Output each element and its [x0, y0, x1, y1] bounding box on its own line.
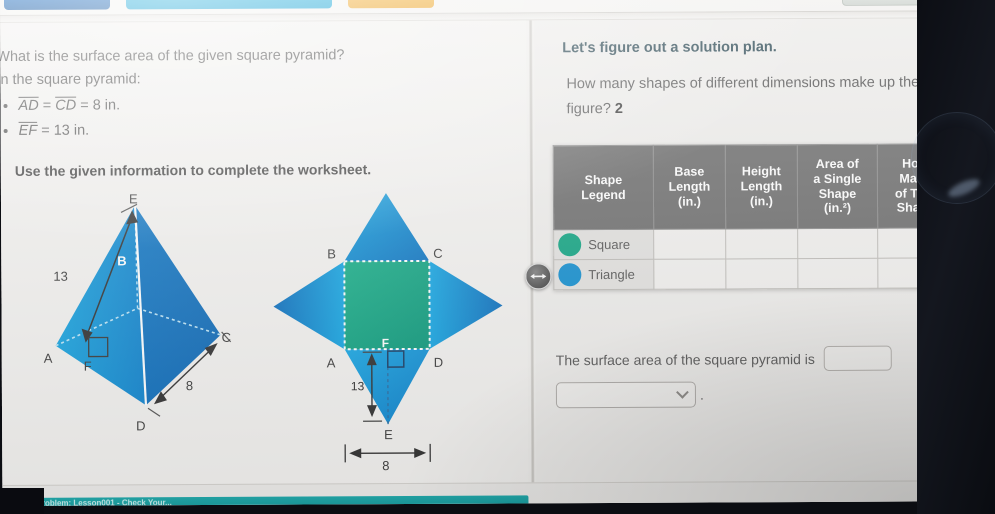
- cell-square-height[interactable]: [725, 228, 798, 259]
- worksheet-table-body: Square Triangle: [553, 227, 954, 290]
- problem-pane: What is the surface area of the given sq…: [0, 20, 529, 485]
- segment-ef: EF: [18, 123, 38, 140]
- triangle-legend-dot-icon: [558, 263, 582, 287]
- worksheet-instruction: Use the given information to complete th…: [14, 161, 372, 179]
- net-base-arrow-right: [414, 447, 427, 458]
- th-shape-legend: Shape Legend: [553, 145, 654, 230]
- problem-progress-label: Problem: Lesson001 - Check Your...: [36, 498, 172, 506]
- net-base-arrow-left: [349, 448, 362, 459]
- label-B-net: B: [327, 246, 336, 261]
- net-height-arrow-down: [366, 405, 377, 418]
- toolbar-tab-orange[interactable]: [347, 0, 435, 9]
- label-F-net: F: [382, 336, 389, 350]
- square-legend-dot-icon: [558, 233, 582, 257]
- given-item-2: EF = 13 in.: [19, 118, 517, 144]
- cell-triangle-base[interactable]: [653, 258, 726, 290]
- legend-cell-square: Square: [553, 229, 654, 260]
- solution-plan-pane: Let's figure out a solution plan. How ma…: [534, 18, 969, 483]
- sentence-period: .: [699, 386, 704, 403]
- pyramid-face-right: [135, 205, 221, 406]
- pyramid-3d-svg: E B A C D F 13 8: [44, 191, 232, 433]
- given-eq-1: =: [38, 97, 56, 114]
- plan-question-text: How many shapes of different dimensions …: [566, 74, 946, 118]
- cell-square-area[interactable]: [797, 228, 878, 259]
- bottom-status-bar: Problem: Lesson001 - Check Your...: [2, 480, 969, 506]
- legend-label-triangle: Triangle: [588, 266, 635, 283]
- label-net-13: 13: [351, 379, 365, 393]
- toolbar-tab-cyan[interactable]: [125, 0, 333, 10]
- table-row: Triangle: [553, 257, 954, 290]
- net-triangle-right: [429, 260, 503, 349]
- segment-cd: CD: [55, 97, 77, 114]
- worksheet-table-head: Shape Legend Base Length (in.) Height Le…: [553, 143, 954, 230]
- label-E-3d: E: [129, 191, 138, 206]
- label-A-net: A: [327, 355, 336, 370]
- answer-unit-row: .: [555, 381, 704, 409]
- th-height-length: Height Length (in.): [725, 144, 798, 229]
- app-page: What is the surface area of the given sq…: [0, 0, 969, 506]
- cell-triangle-area[interactable]: [797, 258, 878, 289]
- pyramid-net-svg: B C A D F E 13 8: [273, 193, 503, 473]
- square-pyramid-3d-figure: E B A C D F 13 8: [25, 190, 266, 436]
- segment-ad: AD: [18, 97, 39, 114]
- cell-triangle-height[interactable]: [725, 258, 798, 289]
- answer-sentence: The surface area of the square pyramid i…: [556, 345, 956, 372]
- base-tick-d: [147, 407, 161, 417]
- th-base-length: Base Length (in.): [653, 144, 726, 230]
- problem-statement: What is the surface area of the given sq…: [0, 43, 517, 145]
- label-A-3d: A: [44, 351, 53, 366]
- given-eq-3: = 13 in.: [37, 123, 90, 140]
- square-pyramid-net-figure: B C A D F E 13 8: [259, 180, 525, 476]
- pane-resize-handle[interactable]: [525, 263, 552, 290]
- cell-square-base[interactable]: [653, 228, 726, 260]
- surface-area-input[interactable]: [823, 345, 892, 371]
- th-area-single-shape: Area of a Single Shape (in.²): [797, 144, 878, 229]
- worksheet-table: Shape Legend Base Length (in.) Height Le…: [553, 143, 955, 290]
- legend-label-square: Square: [588, 236, 631, 253]
- plan-question-answer: 2: [614, 100, 624, 117]
- unit-dropdown[interactable]: [555, 381, 697, 409]
- given-eq-2: = 8 in.: [76, 97, 121, 114]
- given-intro: In the square pyramid:: [0, 71, 141, 89]
- net-triangle-top: [344, 193, 430, 262]
- monitor-bezel-bottom-left: [0, 488, 44, 514]
- label-slant-13: 13: [53, 269, 68, 284]
- label-net-8: 8: [382, 458, 389, 473]
- chevron-down-icon: [676, 385, 689, 399]
- answer-sentence-text: The surface area of the square pyramid i…: [555, 350, 815, 368]
- resize-horizontal-icon: [530, 273, 547, 279]
- plan-title: Let's figure out a solution plan.: [562, 39, 777, 57]
- table-header-row: Shape Legend Base Length (in.) Height Le…: [553, 143, 954, 230]
- given-item-1: AD = CD = 8 in.: [18, 92, 516, 118]
- label-C-3d: C: [222, 330, 231, 345]
- plan-question-block: How many shapes of different dimensions …: [566, 70, 966, 122]
- label-F-3d: F: [84, 359, 92, 374]
- label-D-net: D: [434, 355, 443, 370]
- problem-progress-bar[interactable]: Problem: Lesson001 - Check Your...: [28, 495, 529, 506]
- label-D-3d: D: [136, 418, 145, 433]
- label-C-net: C: [433, 246, 442, 261]
- given-list: AD = CD = 8 in. EF = 13 in.: [0, 92, 517, 144]
- label-E-net: E: [384, 427, 393, 442]
- question-line: What is the surface area of the given sq…: [0, 47, 345, 66]
- net-triangle-left: [273, 261, 345, 350]
- photographed-screen: What is the surface area of the given sq…: [0, 0, 995, 514]
- legend-cell-triangle: Triangle: [553, 259, 654, 290]
- label-base-8: 8: [186, 378, 193, 393]
- monitor-bezel-right: [911, 0, 995, 514]
- pyramid-face-left: [55, 205, 146, 406]
- label-B-3d: B: [117, 253, 126, 268]
- table-row: Square: [553, 227, 954, 260]
- toolbar-tab-blue[interactable]: [3, 0, 111, 10]
